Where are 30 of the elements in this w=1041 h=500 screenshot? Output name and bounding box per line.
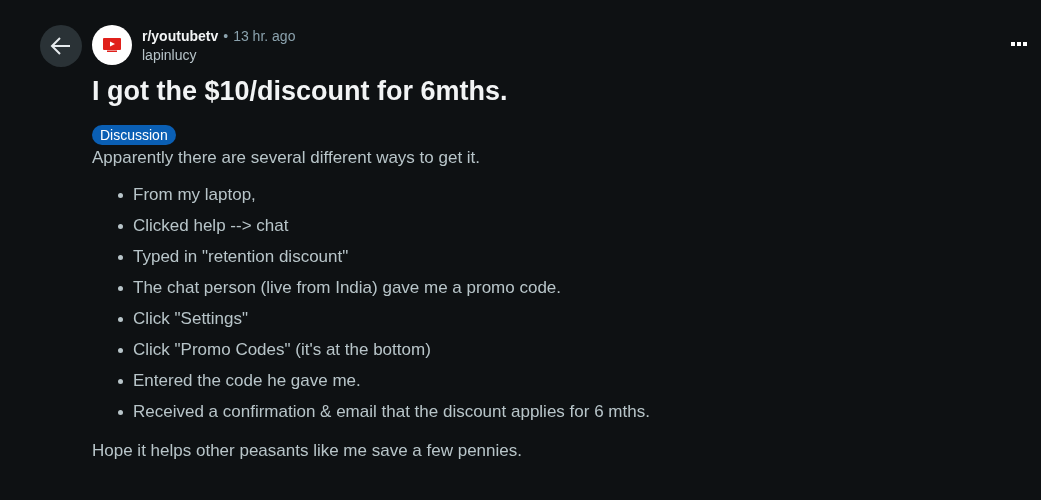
back-arrow-icon <box>50 36 72 56</box>
separator-dot: • <box>223 27 229 46</box>
list-item-text: Click "Settings" <box>133 308 249 330</box>
tv-play-icon <box>103 38 121 52</box>
more-icon <box>1011 42 1027 46</box>
bullet-icon <box>118 254 123 260</box>
closing-paragraph: Hope it helps other peasants like me save a few pennies. <box>92 440 523 462</box>
bullet-icon <box>118 316 123 322</box>
list-item-text: Entered the code he gave me. <box>133 370 361 392</box>
bullet-icon <box>118 347 123 353</box>
bullet-icon <box>118 378 123 384</box>
bullet-icon <box>118 223 123 229</box>
post-title: I got the $10/discount for 6mths. <box>92 75 509 107</box>
list-item-text: From my laptop, <box>133 184 256 206</box>
more-options-button[interactable] <box>1011 42 1027 46</box>
bullet-icon <box>118 285 123 291</box>
intro-paragraph: Apparently there are several different ways to get it. <box>92 147 482 169</box>
post-time: 13 hr. ago <box>233 27 296 46</box>
list-item-text: Click "Promo Codes" (it's at the bottom) <box>133 339 431 361</box>
bullet-icon <box>118 409 123 415</box>
list-item-text: Received a confirmation & email that the discount applies for 6 mths. <box>133 401 650 423</box>
back-button[interactable] <box>40 25 82 67</box>
list-item-text: Typed in "retention discount" <box>133 246 349 268</box>
list-item-text: Clicked help --> chat <box>133 215 289 237</box>
bullet-icon <box>118 192 123 198</box>
subreddit-avatar[interactable] <box>92 25 132 65</box>
author-link[interactable]: lapinlucy <box>142 46 296 65</box>
flair-tag[interactable]: Discussion <box>92 125 176 145</box>
list-item-text: The chat person (live from India) gave me a promo code. <box>133 277 562 299</box>
subreddit-link[interactable]: r/youtubetv <box>142 27 219 46</box>
